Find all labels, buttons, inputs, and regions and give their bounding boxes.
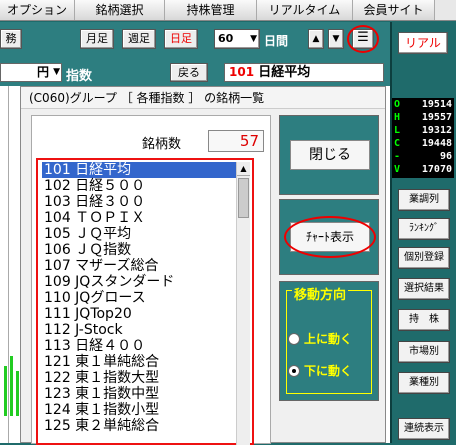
move-down-option[interactable]: 下に動く [288,362,352,379]
move-down-label: 下に動く [304,364,353,378]
chart-pane: ﾁｬｰﾄ表示 [279,199,379,275]
currency-select[interactable]: 円 ▼ [0,63,62,82]
period-unit: 日間 [264,34,289,48]
count-label: 銘柄数 [142,137,182,152]
chevron-down-icon: ▼ [53,67,60,77]
quote-row-close: C 19448 [394,138,452,149]
menu-realtime[interactable]: リアルタイム [257,0,353,20]
selected-stock: 101 日経平均 [224,63,384,82]
list-item[interactable]: 109 JQスタンダード [42,274,236,290]
weekly-button[interactable]: 週足 [122,29,156,49]
quote-row-low: L 19312 [394,125,452,136]
scroll-thumb[interactable] [238,178,249,218]
side-button-sector[interactable]: 業種別 [398,372,450,394]
quote-row-change: -96 [394,151,452,162]
list-item[interactable]: 111 JQTop20 [42,306,236,322]
move-direction-title: 移動方向 [292,284,349,303]
period-value: 60 [218,32,234,45]
quote-row-open: O 19514 [394,99,452,110]
side-button-holdings[interactable]: 持 株 [398,309,450,331]
quote-row-high: H 19557 [394,112,452,123]
radio-up[interactable] [288,332,300,345]
quote-row-volume: V 17070 [394,164,452,175]
chevron-down-icon: ▼ [250,34,257,44]
dialog-list-panel: 銘柄数 57 101 日経平均 102 日経５００ 103 日経３００ 104 ＴＯＰ… [31,115,271,445]
list-item[interactable]: 105 ＪＱ平均 [42,226,236,242]
side-button-ranking[interactable]: ﾗﾝｷﾝｸﾞ [398,218,450,240]
daily-button[interactable]: 日足 [164,29,198,49]
left-button[interactable]: 務 [0,29,22,49]
menu-option[interactable]: オプション [0,0,75,20]
menu-stock-select[interactable]: 銘柄選択 [75,0,165,20]
stock-code: 101 [229,65,255,79]
list-item[interactable]: 123 東１指数中型 [42,386,236,402]
count-value: 57 [208,130,264,152]
toolbar: 務 月足 週足 日足 60 ▼ 日間 ▲ ▼ ☰ [0,22,390,58]
menu-holdings[interactable]: 持株管理 [165,0,257,20]
close-button[interactable]: 閉じる [290,140,370,170]
radio-down[interactable] [288,364,300,377]
volume-bars [0,356,20,436]
list-item[interactable]: 122 東１指数大型 [42,370,236,386]
side-button-register[interactable]: 個別登録 [398,247,450,269]
listbox-items: 101 日経平均 102 日経５００ 103 日経３００ 104 ＴＯＰＩＸ 105 Ｊ… [42,162,236,445]
list-item[interactable]: 121 東１単純総合 [42,354,236,370]
side-button-1[interactable]: 業調列 [398,189,450,211]
menu-member-site[interactable]: 会員サイト [353,0,435,20]
highlight-circle [347,25,379,53]
stock-name: 日経平均 [258,65,311,80]
period-select[interactable]: 60 ▼ [214,29,260,49]
list-item[interactable]: 110 JQグロース [42,290,236,306]
list-item[interactable]: 112 J-Stock [42,322,236,338]
move-up-label: 上に動く [304,332,353,346]
side-button-results[interactable]: 選択結果 [398,278,450,300]
side-button-continuous[interactable]: 連続表示 [398,418,450,440]
highlight-circle [284,216,376,258]
list-item[interactable]: 125 東２単純総合 [42,418,236,434]
list-item[interactable]: 107 マザーズ総合 [42,258,236,274]
stock-list-dialog: (C060)グループ ［ 各種指数 ］ の銘柄一覧 銘柄数 57 101 日経平… [20,86,386,445]
list-item[interactable]: 101 日経平均 [42,162,236,178]
side-button-market[interactable]: 市場別 [398,341,450,363]
close-pane: 閉じる [279,115,379,195]
listbox-scrollbar[interactable]: ▲ [236,162,250,445]
list-item[interactable]: 106 ＪＱ指数 [42,242,236,258]
back-button[interactable]: 戻る [170,63,208,82]
list-item[interactable]: 113 日経４００ [42,338,236,354]
move-direction-pane: 移動方向 上に動く 下に動く [279,281,379,401]
quote-box: O 19514 H 19557 L 19312 C 19448 -96 V 17070 [392,98,454,178]
menu-bar: オプション 銘柄選択 持株管理 リアルタイム 会員サイト [0,0,456,21]
scroll-up-icon[interactable]: ▲ [237,162,250,176]
monthly-button[interactable]: 月足 [80,29,114,49]
down-arrow-icon[interactable]: ▼ [328,29,344,49]
list-item[interactable]: 104 ＴＯＰＩＸ [42,210,236,226]
index-label: 指数 [66,69,93,84]
list-item[interactable]: 124 東１指数小型 [42,402,236,418]
info-row: 円 ▼ 指数 戻る 101 日経平均 [0,58,390,86]
currency-value: 円 [36,65,49,79]
up-arrow-icon[interactable]: ▲ [308,29,324,49]
real-button[interactable]: リアル [398,32,448,54]
stock-listbox[interactable]: 101 日経平均 102 日経５００ 103 日経３００ 104 ＴＯＰＩＸ 105 Ｊ… [36,158,254,445]
dialog-title: (C060)グループ ［ 各種指数 ］ の銘柄一覧 [21,87,385,109]
move-up-option[interactable]: 上に動く [288,330,352,347]
list-item[interactable]: 103 日経３００ [42,194,236,210]
list-item[interactable]: 102 日経５００ [42,178,236,194]
